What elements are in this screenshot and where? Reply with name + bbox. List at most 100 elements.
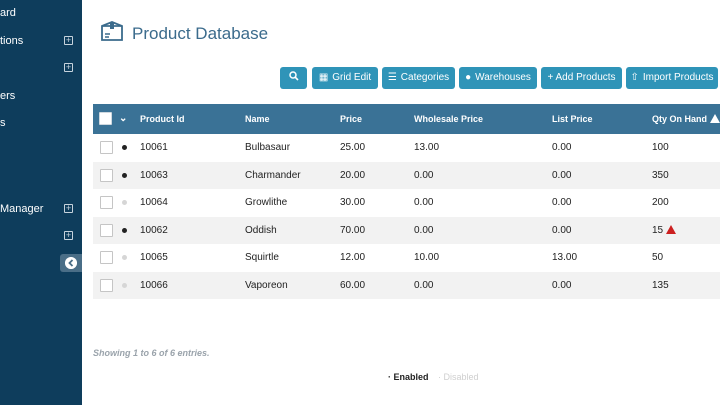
disabled-status-icon xyxy=(122,255,127,260)
list-icon: ☰ xyxy=(387,72,397,83)
add-products-label: + Add Products xyxy=(547,72,616,83)
cell-list-price: 13.00 xyxy=(552,244,577,271)
sidebar-item-label: tions xyxy=(0,35,24,47)
cell-product-id: 10064 xyxy=(140,189,168,216)
cell-qty-on-hand: 350 xyxy=(652,162,669,189)
categories-button[interactable]: ☰ Categories xyxy=(382,67,455,89)
cell-price: 20.00 xyxy=(340,162,365,189)
cell-name: Oddish xyxy=(245,217,277,244)
cell-price-value: 12.00 xyxy=(340,252,366,263)
cell-product-id-value: 10061 xyxy=(140,142,168,153)
chevron-down-icon[interactable]: ⌄ xyxy=(119,112,127,125)
cell-name-value: Bulbasaur xyxy=(245,142,291,153)
cell-price-value: 25.00 xyxy=(340,142,366,153)
cell-qty-on-hand-value: 350 xyxy=(652,169,669,181)
cell-product-id-value: 10064 xyxy=(140,197,168,208)
cell-product-id-value: 10063 xyxy=(140,169,168,181)
cell-wholesale-price: 0.00 xyxy=(414,162,433,189)
cell-wholesale-price: 0.00 xyxy=(414,272,433,299)
cell-list-price-value: 0.00 xyxy=(552,142,572,153)
row-checkbox[interactable] xyxy=(100,278,113,292)
cell-price-value: 20.00 xyxy=(340,169,366,181)
cell-name: Charmander xyxy=(245,162,301,189)
table-row[interactable]: 10062 Oddish 70.00 0.00 0.00 15 xyxy=(93,216,720,244)
column-header-price[interactable]: Price xyxy=(340,104,362,134)
add-products-button[interactable]: + Add Products xyxy=(541,67,622,89)
table-row[interactable]: 10061 Bulbasaur 25.00 13.00 0.00 100 xyxy=(93,134,720,161)
sidebar-item-dashboard[interactable]: ard xyxy=(0,4,82,22)
table-row[interactable]: 10066 Vaporeon 60.00 0.00 0.00 135 xyxy=(93,271,720,299)
cell-wholesale-price: 13.00 xyxy=(414,134,439,161)
entries-summary: Showing 1 to 6 of 6 entries. xyxy=(93,348,210,358)
expand-icon[interactable]: + xyxy=(64,63,73,72)
row-checkbox[interactable] xyxy=(100,196,113,209)
sidebar-collapse-button[interactable] xyxy=(60,254,82,272)
cell-price: 25.00 xyxy=(340,134,365,161)
disabled-status-icon xyxy=(122,282,127,288)
legend-disabled-label: Disabled xyxy=(443,372,479,382)
cell-name-value: Oddish xyxy=(245,224,277,236)
categories-label: Categories xyxy=(400,72,450,83)
row-checkbox[interactable] xyxy=(100,223,113,237)
sidebar: ard tions + + ers s Manager + + xyxy=(0,0,82,405)
sidebar-item-more[interactable]: + xyxy=(0,227,82,245)
cell-qty-on-hand-value: 15 xyxy=(652,224,664,236)
column-header-list-price[interactable]: List Price xyxy=(552,104,593,134)
row-checkbox[interactable] xyxy=(100,141,113,154)
cell-product-id-value: 10062 xyxy=(140,224,168,236)
cell-wholesale-price-value: 10.00 xyxy=(414,252,440,263)
table-row[interactable]: 10063 Charmander 20.00 0.00 0.00 350 xyxy=(93,161,720,189)
legend-disabled: · Disabled xyxy=(438,372,479,382)
import-products-button[interactable]: ⇧ Import Products xyxy=(626,67,718,89)
cell-list-price: 0.00 xyxy=(552,162,571,189)
column-header-qty-on-hand[interactable]: Qty On Hand xyxy=(652,104,720,134)
cell-list-price-value: 0.00 xyxy=(552,224,572,236)
warehouses-button[interactable]: ● Warehouses xyxy=(459,67,537,89)
cell-list-price-value: 0.00 xyxy=(552,279,572,291)
arrow-left-circle-icon xyxy=(65,257,77,269)
cell-price: 30.00 xyxy=(340,189,365,216)
sidebar-item-group[interactable]: + xyxy=(0,59,82,77)
upload-icon: ⇧ xyxy=(630,72,639,83)
map-marker-icon: ● xyxy=(465,72,472,83)
grid-edit-button[interactable]: ▦ Grid Edit xyxy=(312,67,378,89)
cell-list-price: 0.00 xyxy=(552,134,571,161)
sidebar-item-manager[interactable]: Manager + xyxy=(0,200,82,218)
expand-icon[interactable]: + xyxy=(64,204,73,213)
enabled-status-icon xyxy=(122,227,127,233)
sidebar-item-label: Manager xyxy=(0,203,44,215)
cell-qty-on-hand-value: 100 xyxy=(652,142,669,153)
row-checkbox[interactable] xyxy=(100,168,113,182)
cell-list-price-value: 0.00 xyxy=(552,197,572,208)
column-header-product-id[interactable]: Product Id xyxy=(140,104,185,134)
cell-name: Vaporeon xyxy=(245,272,288,299)
search-button[interactable] xyxy=(280,67,307,89)
cell-price-value: 30.00 xyxy=(340,197,366,208)
cell-wholesale-price-value: 0.00 xyxy=(414,197,434,208)
cell-wholesale-price-value: 0.00 xyxy=(414,224,434,236)
cell-name-value: Squirtle xyxy=(245,252,279,263)
legend-enabled-label: Enabled xyxy=(393,372,429,382)
cell-qty-on-hand-value: 200 xyxy=(652,197,669,208)
expand-icon[interactable]: + xyxy=(64,36,73,45)
column-header-wholesale-price[interactable]: Wholesale Price xyxy=(414,104,483,134)
enabled-status-icon xyxy=(122,145,127,150)
column-header-name[interactable]: Name xyxy=(245,104,270,134)
grid-icon: ▦ xyxy=(318,72,329,83)
cell-name-value: Growlithe xyxy=(245,197,288,208)
select-all-checkbox[interactable] xyxy=(99,112,112,125)
row-checkbox[interactable] xyxy=(100,251,113,264)
cell-list-price-value: 13.00 xyxy=(552,252,578,263)
table-row[interactable]: 10065 Squirtle 12.00 10.00 13.00 50 xyxy=(93,244,720,271)
sidebar-item-settings[interactable]: s xyxy=(0,114,82,132)
cell-name-value: Charmander xyxy=(245,169,301,181)
sidebar-item-users[interactable]: ers xyxy=(0,87,82,105)
enabled-status-icon xyxy=(122,172,127,178)
cell-price: 12.00 xyxy=(340,244,365,271)
sidebar-item-actions[interactable]: tions + xyxy=(0,32,82,50)
warning-icon xyxy=(710,114,720,123)
expand-icon[interactable]: + xyxy=(64,231,73,240)
table-row[interactable]: 10064 Growlithe 30.00 0.00 0.00 200 xyxy=(93,189,720,216)
cell-qty-on-hand: 200 xyxy=(652,189,669,216)
cell-product-id: 10061 xyxy=(140,134,168,161)
